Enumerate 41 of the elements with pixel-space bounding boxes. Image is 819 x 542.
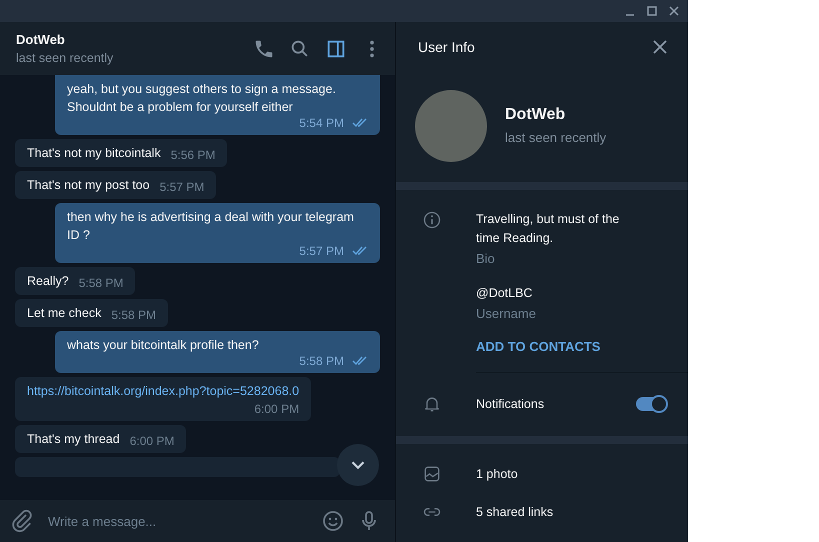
message-text: Let me check xyxy=(27,305,102,322)
emoji-icon[interactable] xyxy=(321,509,345,533)
info-icon xyxy=(422,210,442,230)
message-text: whats your bitcointalk profile then? xyxy=(67,337,260,354)
notifications-toggle[interactable] xyxy=(636,397,666,412)
message-text: yeah, but you suggest others to sign a message. Shouldnt be a problem for yourself either xyxy=(67,81,337,116)
message-time: 5:57 PM xyxy=(160,180,204,194)
notifications-label: Notifications xyxy=(476,396,546,413)
message-time: 6:00 PM xyxy=(130,434,174,448)
close-icon[interactable] xyxy=(668,5,680,17)
message-time: 5:56 PM xyxy=(170,148,216,162)
panel-title: User Info xyxy=(418,38,475,55)
message-text: Really? xyxy=(27,273,69,290)
profile-name: DotWeb xyxy=(505,106,566,124)
profile-status: last seen recently xyxy=(505,130,606,146)
bio-text: Travelling, but must of the time Reading. xyxy=(476,211,620,248)
message-link[interactable]: https://bitcointalk.org/index.php?topic=5282068.0 xyxy=(27,382,300,400)
message-time: 5:54 PM xyxy=(299,116,344,130)
media-item[interactable]: 5 shared links xyxy=(476,502,554,522)
message-text: That's not my post too xyxy=(27,177,150,194)
message-time: 5:58 PM xyxy=(78,276,124,290)
message-time: 5:57 PM xyxy=(299,244,344,258)
bio-label: Bio xyxy=(476,251,496,266)
message-text: then why he is advertising a deal with your telegram ID ? xyxy=(67,209,355,244)
image-icon xyxy=(422,464,442,484)
chat-title: DotWeb xyxy=(16,32,66,47)
message-time: 5:58 PM xyxy=(299,354,344,368)
add-to-contacts-button[interactable]: ADD TO CONTACTS xyxy=(476,339,646,354)
message-time: 5:58 PM xyxy=(111,308,156,322)
message-input[interactable]: Write a message... xyxy=(46,512,309,530)
message-text: That's my thread xyxy=(27,431,120,448)
message-time: 6:00 PM xyxy=(254,402,300,416)
message-text: That's not my bitcointalk xyxy=(27,145,161,162)
media-item[interactable]: 1 photo xyxy=(476,464,518,484)
close-icon[interactable] xyxy=(652,38,668,55)
maximize-icon[interactable] xyxy=(646,5,658,17)
paperclip-icon[interactable] xyxy=(10,509,34,533)
message-field[interactable]: Write a message... xyxy=(0,500,395,542)
chat-status: last seen recently xyxy=(16,51,114,65)
username-label: Username xyxy=(476,306,537,322)
username-text: @DotLBC xyxy=(476,285,534,302)
